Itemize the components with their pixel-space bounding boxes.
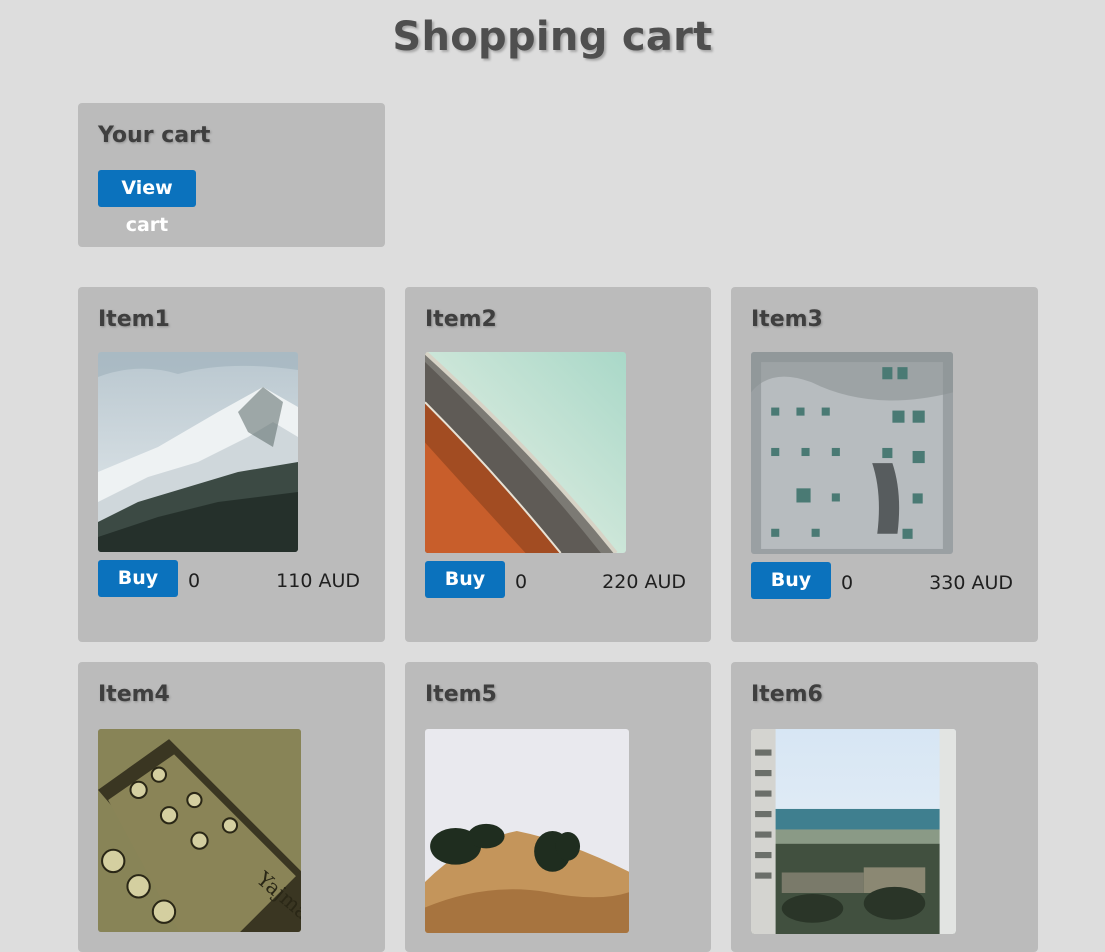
- buy-button[interactable]: Buy: [751, 562, 831, 599]
- product-card-item1: Item1 Buy 0 110 AUD: [78, 287, 385, 642]
- product-card-item2: Item2 Buy 0 220 AUD: [405, 287, 711, 642]
- product-image-weathered-apartment-wall: [751, 352, 953, 554]
- page-title: Shopping cart: [392, 14, 713, 60]
- cart-panel: Your cart View cart: [78, 103, 385, 247]
- product-image-snowy-mountain: [98, 352, 298, 552]
- product-title: Item1: [98, 307, 170, 332]
- quantity-value: 0: [188, 570, 201, 592]
- price-label: 330 AUD: [929, 572, 1013, 594]
- product-title: Item6: [751, 682, 823, 707]
- quantity-value: 0: [841, 572, 854, 594]
- product-image-curved-building-roof: [425, 352, 626, 553]
- cart-heading: Your cart: [98, 123, 211, 148]
- product-title: Item2: [425, 307, 497, 332]
- price-label: 110 AUD: [276, 570, 360, 592]
- product-image-foggy-hill-trees: [425, 729, 629, 933]
- product-card-item5: Item5: [405, 662, 711, 952]
- product-title: Item3: [751, 307, 823, 332]
- product-card-item3: Item3 Buy 0 330 AUD: [731, 287, 1038, 642]
- product-image-sea-view-between-buildings: [751, 729, 956, 934]
- product-image-guitar-headstock: Yajma: [98, 729, 301, 932]
- quantity-value: 0: [515, 571, 528, 593]
- price-label: 220 AUD: [602, 571, 686, 593]
- product-title: Item4: [98, 682, 170, 707]
- product-card-item6: Item6: [731, 662, 1038, 952]
- product-card-item4: Item4 Yajma: [78, 662, 385, 952]
- buy-button[interactable]: Buy: [98, 560, 178, 597]
- view-cart-button[interactable]: View cart: [98, 170, 196, 236]
- buy-button[interactable]: Buy: [425, 561, 505, 598]
- product-title: Item5: [425, 682, 497, 707]
